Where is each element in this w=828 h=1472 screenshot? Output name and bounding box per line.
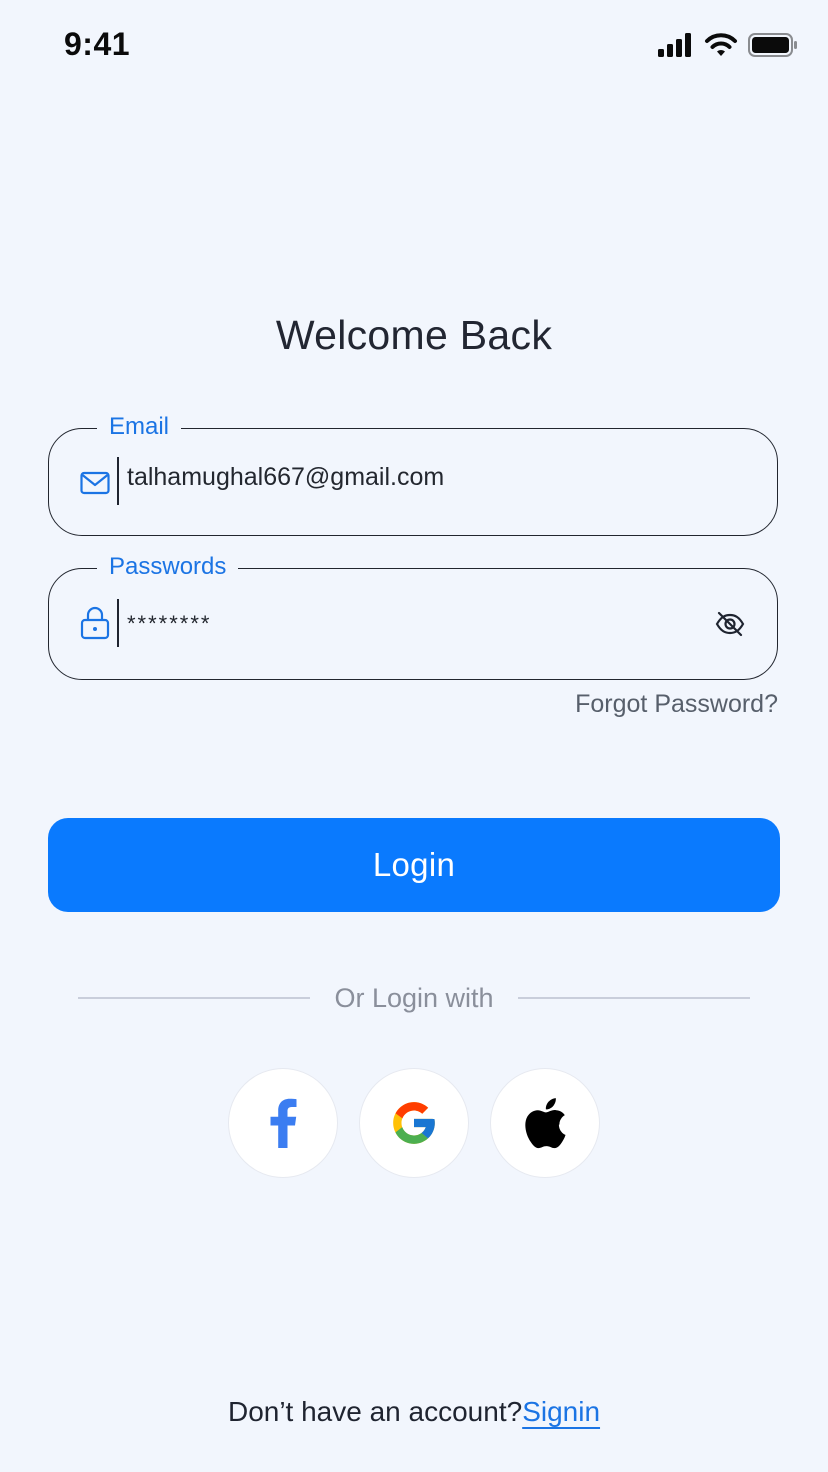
- email-value: talhamughal667@gmail.com: [127, 463, 445, 491]
- divider-line-left: [78, 997, 311, 999]
- wifi-icon: [705, 33, 737, 56]
- email-field[interactable]: Email talhamughal667@gmail.com: [48, 411, 778, 536]
- page-title: Welcome Back: [275, 312, 553, 358]
- google-login-button[interactable]: [359, 1068, 469, 1178]
- forgot-password-link[interactable]: Forgot Password?: [575, 690, 778, 719]
- apple-icon: [525, 1098, 566, 1149]
- google-icon: [393, 1102, 435, 1144]
- cellular-signal-icon: [658, 33, 691, 57]
- mail-icon: [79, 467, 111, 499]
- signin-link[interactable]: Signin: [522, 1396, 600, 1427]
- status-time: 9:41: [64, 26, 131, 62]
- social-login-row: [228, 1068, 600, 1180]
- divider-text: Or Login with: [334, 982, 494, 1013]
- facebook-icon: [270, 1098, 297, 1148]
- password-field[interactable]: Passwords ********: [48, 551, 778, 680]
- or-login-divider: Or Login with: [78, 980, 751, 1016]
- text-cursor: [117, 457, 119, 505]
- divider-line-right: [517, 997, 751, 999]
- eye-off-icon[interactable]: [713, 609, 747, 639]
- facebook-login-button[interactable]: [228, 1068, 338, 1178]
- email-label: Email: [97, 411, 182, 443]
- signup-row: Don’t have an account?Signin: [0, 1396, 828, 1428]
- status-bar: 9:41: [0, 0, 828, 92]
- status-icons: [658, 32, 798, 58]
- login-button[interactable]: Login: [48, 818, 780, 912]
- battery-icon: [748, 33, 797, 57]
- signup-prompt: Don’t have an account?: [227, 1396, 523, 1427]
- text-cursor: [117, 599, 119, 647]
- apple-login-button[interactable]: [490, 1068, 600, 1178]
- lock-icon: [79, 606, 111, 640]
- password-label: Passwords: [97, 551, 239, 583]
- password-value: ********: [127, 611, 212, 636]
